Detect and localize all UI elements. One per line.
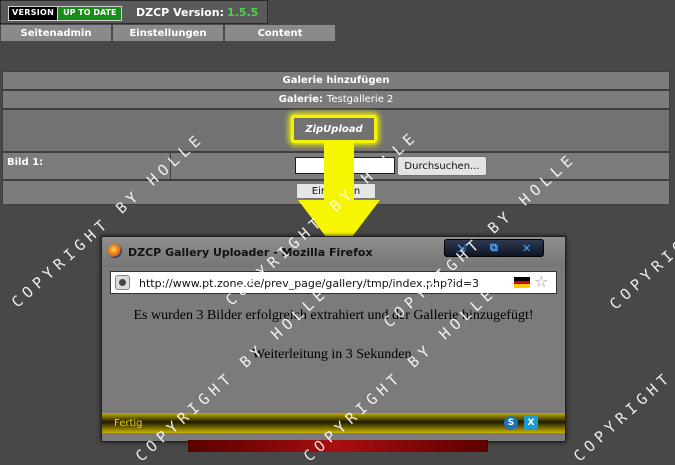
version-number: 1.5.5 [226, 6, 259, 19]
browse-button[interactable]: Durchsuchen... [397, 156, 487, 176]
bookmark-star-icon[interactable]: ☆ [534, 273, 548, 291]
panel-title: Galerie hinzufügen [2, 71, 670, 90]
redirect-message: Weiterleitung in 3 Sekunden. [252, 347, 415, 362]
badge-version-label: VERSION [9, 7, 58, 20]
admin-nav: Seitenadmin Einstellungen Content [0, 24, 336, 42]
window-titlebar[interactable]: DZCP Gallery Uploader - Mozilla Firefox … [102, 237, 565, 267]
nav-einstellungen[interactable]: Einstellungen [112, 24, 224, 42]
success-message: Es wurden 3 Bilder erfolgreich extrahier… [133, 308, 534, 323]
german-flag-icon [514, 277, 530, 289]
gallery-label: Galerie: [278, 94, 323, 105]
skype-icon[interactable]: S [504, 416, 518, 430]
gallery-name: Testgallerie 2 [326, 94, 394, 105]
firefox-popup-window: DZCP Gallery Uploader - Mozilla Firefox … [101, 236, 566, 442]
gallery-row: Galerie: Testgallerie 2 [2, 90, 670, 109]
badge-status: UP TO DATE [57, 7, 122, 20]
addon-icon[interactable]: X [524, 416, 538, 430]
flag-stripe [514, 284, 530, 289]
nav-seitenadmin[interactable]: Seitenadmin [0, 24, 112, 42]
site-identity-icon[interactable] [115, 275, 130, 290]
window-title: DZCP Gallery Uploader - Mozilla Firefox [128, 246, 373, 259]
version-badge: VERSION UP TO DATE [8, 6, 123, 21]
version-label: DZCP Version: [136, 6, 224, 19]
firefox-icon [108, 244, 122, 258]
version-info: DZCP Version: 1.5.5 [136, 6, 258, 19]
watermark-text: COPYRIGHT BY HOLLE [570, 283, 675, 465]
status-text: Fertig [114, 418, 143, 429]
close-icon[interactable]: ✕ [518, 242, 536, 255]
nav-content[interactable]: Content [224, 24, 336, 42]
